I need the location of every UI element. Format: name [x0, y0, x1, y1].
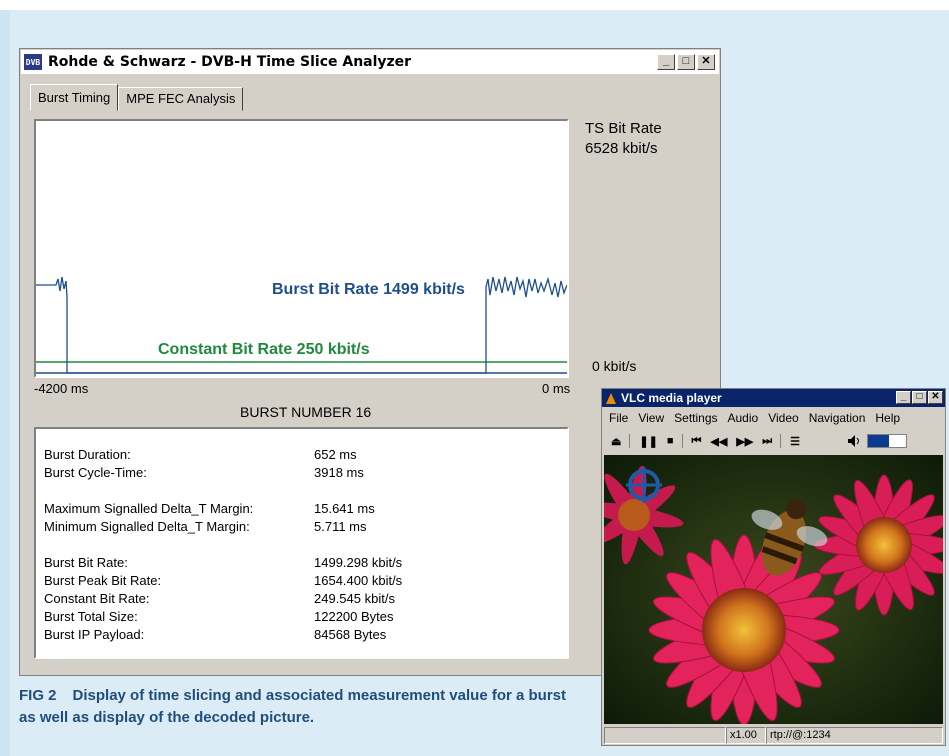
measurement-label: Constant Bit Rate: [44, 591, 150, 606]
measurement-value: 1654.400 kbit/s [314, 573, 403, 588]
tab-bar: Burst Timing MPE FEC Analysis [30, 84, 244, 111]
stop-icon[interactable]: ■ [667, 435, 674, 447]
measurement-label: Burst IP Payload: [44, 627, 145, 642]
ts-bit-rate-label: TS Bit Rate [585, 120, 662, 137]
zero-rate-label: 0 kbit/s [592, 358, 637, 374]
analyzer-title: Rohde & Schwarz - DVB-H Time Slice Analy… [48, 54, 412, 70]
time-axis-end: 0 ms [542, 381, 571, 396]
burst-rate-label: Burst Bit Rate 1499 kbit/s [272, 281, 465, 298]
measurement-value: 5.711 ms [314, 519, 367, 534]
time-axis-start: -4200 ms [34, 381, 89, 396]
status-cell-empty [604, 727, 726, 744]
stream-address: rtp://@:1234 [766, 727, 943, 744]
burst-timing-plot: Burst Bit Rate 1499 kbit/s Constant Bit … [34, 119, 569, 378]
tab-burst-timing[interactable]: Burst Timing [30, 84, 119, 111]
menu-video[interactable]: Video [768, 411, 798, 425]
figure-number: FIG 2 [19, 687, 57, 704]
tab-mpe-fec-analysis[interactable]: MPE FEC Analysis [118, 87, 244, 111]
measurement-label: Minimum Signalled Delta_T Margin: [44, 519, 250, 534]
menu-help[interactable]: Help [875, 411, 900, 425]
menu-view[interactable]: View [638, 411, 664, 425]
vlc-minimize-button[interactable]: _ [896, 391, 911, 404]
figure-caption: FIG 2 Display of time slicing and associa… [19, 685, 579, 729]
video-image [604, 455, 943, 724]
menu-audio[interactable]: Audio [728, 411, 759, 425]
toolbar-divider [780, 434, 782, 448]
ts-bit-rate: TS Bit Rate 6528 kbit/s [585, 119, 662, 159]
menu-settings[interactable]: Settings [674, 411, 717, 425]
measurement-label: Burst Duration: [44, 447, 131, 462]
measurement-value: 249.545 kbit/s [314, 591, 395, 606]
vlc-title: VLC media player [621, 391, 722, 405]
figure-caption-text: Display of time slicing and associated m… [19, 687, 567, 726]
measurement-value: 1499.298 kbit/s [314, 555, 403, 570]
eject-icon[interactable]: ⏏ [611, 435, 621, 448]
close-button[interactable]: ✕ [697, 54, 715, 70]
rewind-icon[interactable]: ◀◀ [710, 435, 727, 448]
vlc-maximize-button[interactable]: □ [912, 391, 927, 404]
video-frame[interactable] [604, 455, 943, 724]
toolbar-divider [629, 434, 631, 448]
measurement-panel: Burst Duration: 652 ms Burst Cycle-Time:… [34, 427, 569, 659]
minimize-button[interactable]: _ [657, 54, 675, 70]
previous-icon[interactable]: ⏮ [692, 435, 702, 448]
constant-rate-label: Constant Bit Rate 250 kbit/s [158, 341, 370, 358]
next-icon[interactable]: ⏭ [762, 435, 772, 448]
menu-file[interactable]: File [609, 411, 628, 425]
measurement-value: 84568 Bytes [314, 627, 387, 642]
measurement-value: 652 ms [314, 447, 357, 462]
vlc-close-button[interactable]: ✕ [928, 391, 943, 404]
vlc-titlebar[interactable]: VLC media player _ □ ✕ [602, 389, 945, 407]
analyzer-titlebar[interactable]: DVB Rohde & Schwarz - DVB-H Time Slice A… [21, 50, 719, 74]
left-strip [0, 10, 10, 756]
pause-icon[interactable]: ❚❚ [639, 435, 657, 448]
volume-fill [868, 435, 889, 447]
toolbar-divider [681, 434, 683, 448]
measurement-value: 122200 Bytes [314, 609, 394, 624]
playlist-icon[interactable]: ☰ [790, 435, 800, 448]
ts-bit-rate-value: 6528 kbit/s [585, 140, 658, 157]
playback-speed: x1.00 [726, 727, 766, 744]
top-band [0, 0, 949, 10]
vlc-toolbar: ⏏ ❚❚ ■ ⏮ ◀◀ ▶▶ ⏭ ☰ [602, 431, 945, 451]
measurement-label: Burst Cycle-Time: [44, 465, 147, 480]
measurement-label: Burst Total Size: [44, 609, 138, 624]
measurement-label: Burst Peak Bit Rate: [44, 573, 162, 588]
measurement-value: 3918 ms [314, 465, 364, 480]
burst-plot-svg: Burst Bit Rate 1499 kbit/s Constant Bit … [36, 276, 567, 374]
vlc-window: VLC media player _ □ ✕ File View Setting… [601, 388, 946, 746]
vlc-statusbar: x1.00 rtp://@:1234 [604, 727, 943, 744]
volume-slider[interactable] [867, 434, 907, 448]
burst-number: BURST NUMBER 16 [240, 404, 372, 420]
fast-forward-icon[interactable]: ▶▶ [736, 435, 753, 448]
app-icon: DVB [24, 54, 42, 70]
measurement-label: Maximum Signalled Delta_T Margin: [44, 501, 254, 516]
measurement-label: Burst Bit Rate: [44, 555, 128, 570]
maximize-button[interactable]: □ [677, 54, 695, 70]
measurement-value: 15.641 ms [314, 501, 375, 516]
menu-navigation[interactable]: Navigation [809, 411, 866, 425]
vlc-menubar: File View Settings Audio Video Navigatio… [609, 411, 900, 425]
speaker-icon[interactable] [847, 434, 861, 448]
vlc-cone-icon [606, 392, 616, 404]
